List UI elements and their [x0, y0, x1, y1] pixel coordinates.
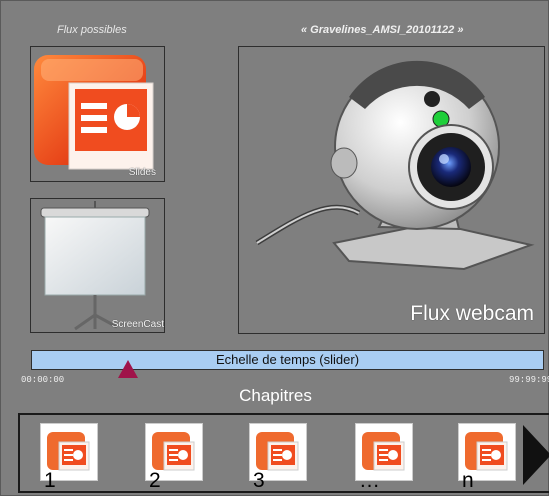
session-title: « Gravelines_AMSI_20101122 »: [301, 24, 464, 36]
start-time: 00:00:00: [21, 375, 65, 385]
flux-possibles-title: Flux possibles: [57, 24, 127, 36]
chapter-item[interactable]: …: [355, 423, 413, 492]
chapter-item[interactable]: 3: [249, 423, 307, 492]
chapter-item[interactable]: 2: [145, 423, 203, 492]
slider-label: Echelle de temps (slider): [215, 352, 360, 367]
slides-stream-button[interactable]: Slides: [30, 46, 165, 182]
chapter-strip: 1 2 3 … n: [18, 413, 549, 493]
chapter-label: 3: [253, 469, 265, 492]
end-time: 99:99:99: [509, 375, 549, 385]
slides-icon: [34, 55, 154, 170]
timeline-slider[interactable]: Echelle de temps (slider): [31, 350, 544, 370]
screencast-stream-button[interactable]: ScreenCast: [30, 198, 165, 333]
webcam-icon: [255, 60, 535, 271]
projector-screen-icon: [40, 201, 150, 331]
chapter-label: 2: [149, 469, 161, 492]
next-arrow-icon[interactable]: [523, 425, 549, 485]
player-frame: Flux possibles « Gravelines_AMSI_2010112…: [0, 0, 549, 496]
chapter-item[interactable]: 1: [40, 423, 98, 492]
chapter-item[interactable]: n: [458, 423, 516, 492]
slides-label: Slides: [128, 167, 156, 178]
chapter-label: n: [462, 469, 474, 492]
webcam-viewer[interactable]: Flux webcam: [238, 46, 545, 334]
chapters-title: Chapitres: [239, 386, 312, 405]
slider-thumb[interactable]: [118, 360, 139, 378]
screencast-label: ScreenCast: [111, 319, 164, 330]
webcam-label: Flux webcam: [410, 302, 534, 325]
chapter-label: …: [359, 469, 380, 492]
chapter-label: 1: [44, 469, 56, 492]
